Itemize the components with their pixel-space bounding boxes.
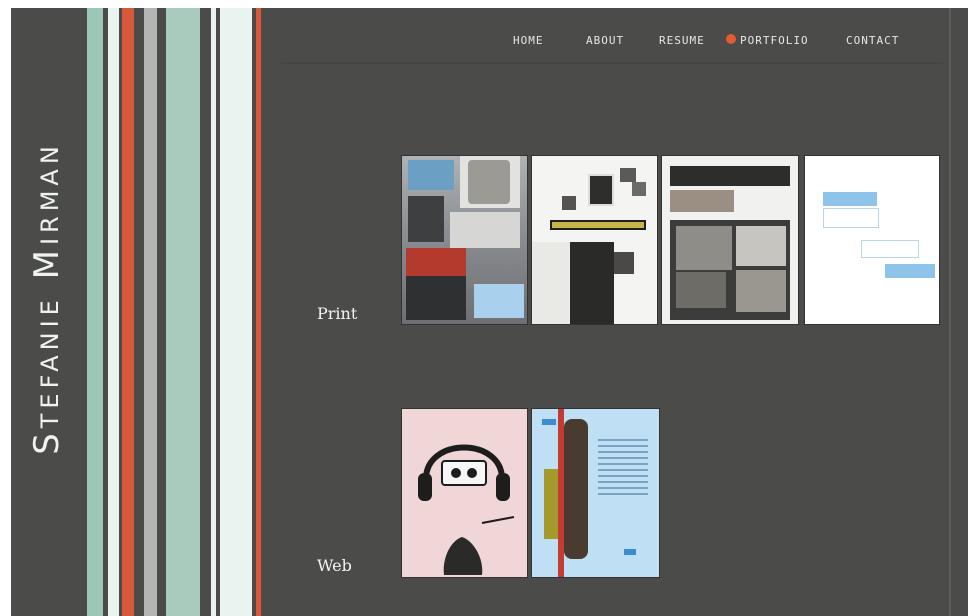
main-nav: HOME ABOUT RESUME PORTFOLIO CONTACT (281, 28, 943, 72)
thumbnail-image (408, 160, 454, 190)
thumbnail-image (406, 276, 466, 320)
thumbnail-image (532, 242, 570, 324)
thumbnail-image (450, 212, 520, 248)
nav-resume[interactable]: RESUME (659, 34, 705, 47)
thumbnail-image (676, 226, 732, 270)
thumbnail-image (670, 166, 790, 186)
thumbnail-image (542, 419, 556, 425)
headphones-icon (418, 444, 515, 575)
thumbnail-image (468, 160, 510, 204)
print-thumbnail[interactable] (401, 155, 528, 325)
decor-stripe (166, 8, 200, 616)
thumbnail-image (562, 196, 576, 210)
thumbnail-image (736, 270, 786, 312)
thumbnail-image (588, 174, 614, 206)
thumbnail-image (620, 168, 636, 182)
right-edge-divider (949, 8, 951, 616)
decor-stripe (200, 8, 211, 616)
decor-stripe (157, 8, 166, 616)
print-thumbnail[interactable] (531, 155, 658, 325)
nav-home[interactable]: HOME (513, 34, 544, 47)
thumbnail-image (408, 196, 444, 242)
thumbnail-image (474, 284, 524, 318)
thumbnail-image (406, 248, 466, 278)
print-thumbnail[interactable] (804, 155, 940, 325)
page-frame: Stefanie Mirman HOME ABOUT RESUME PORTFO… (11, 8, 968, 616)
web-section-label: Web (317, 556, 352, 575)
thumbnail-image (823, 192, 877, 206)
web-thumbnail[interactable] (531, 408, 660, 578)
decor-stripe (87, 8, 103, 616)
print-section-label: Print (317, 304, 358, 323)
decor-stripe (144, 8, 157, 616)
thumbnail-image (736, 226, 786, 266)
thumbnail-image (564, 419, 588, 559)
decor-stripe (122, 8, 134, 616)
thumbnail-image (676, 272, 726, 308)
thumbnail-image (885, 264, 935, 278)
print-thumbnail[interactable] (661, 155, 799, 325)
thumbnail-image (570, 242, 614, 324)
thumbnail-image (861, 240, 919, 258)
thumbnail-image (624, 549, 636, 555)
thumbnail-image (823, 208, 879, 228)
decor-stripe (108, 8, 119, 616)
thumbnail-image (552, 222, 644, 228)
decor-stripe (225, 8, 252, 616)
nav-portfolio[interactable]: PORTFOLIO (740, 34, 809, 47)
nav-about[interactable]: ABOUT (586, 34, 624, 47)
thumbnail-image (614, 252, 634, 274)
decor-stripe (256, 8, 261, 616)
nav-contact[interactable]: CONTACT (846, 34, 899, 47)
web-thumbnail[interactable] (401, 408, 528, 578)
thumbnail-image (598, 439, 648, 499)
nav-underline (281, 62, 943, 64)
brand-logo[interactable]: Stefanie Mirman (17, 128, 77, 468)
decor-stripe (134, 8, 144, 616)
brand-name: Stefanie Mirman (27, 141, 68, 455)
thumbnail-image (670, 190, 734, 212)
thumbnail-image (632, 182, 646, 196)
active-dot-icon (726, 34, 736, 44)
